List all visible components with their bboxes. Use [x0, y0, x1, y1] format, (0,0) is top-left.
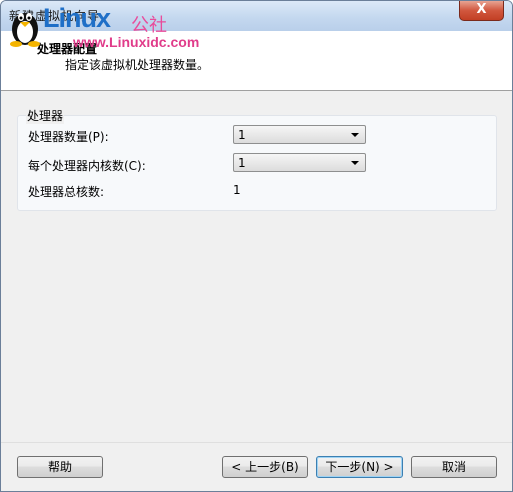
next-button[interactable]: 下一步(N) > [316, 456, 403, 478]
processor-count-label: 处理器数量(P): [28, 130, 109, 144]
help-button[interactable]: 帮助 [17, 456, 103, 478]
back-button[interactable]: < 上一步(B) [222, 456, 308, 478]
chevron-down-icon [351, 133, 359, 137]
cores-per-processor-value: 1 [238, 156, 246, 170]
chevron-down-icon [351, 161, 359, 165]
close-button[interactable]: X [459, 1, 504, 21]
watermark-brand: Linux [43, 3, 111, 33]
cancel-button[interactable]: 取消 [411, 456, 497, 478]
footer-divider [1, 442, 512, 443]
tux-penguin-icon [7, 5, 43, 50]
page-description: 指定该虚拟机处理器数量。 [65, 58, 210, 72]
total-cores-label: 处理器总核数: [28, 185, 105, 199]
total-cores-value: 1 [233, 183, 241, 197]
wizard-window: 新建虚拟机向导 X 处理器配置 指定该虚拟机处理器数量。 Linux 公社 ww… [0, 0, 513, 492]
cores-per-processor-label: 每个处理器内核数(C): [28, 159, 146, 173]
processor-count-value: 1 [238, 128, 246, 142]
processor-count-select[interactable]: 1 [233, 125, 366, 144]
cores-per-processor-select[interactable]: 1 [233, 153, 366, 172]
watermark-url: www.Linuxidc.com [73, 34, 200, 50]
processor-group-label: 处理器 [26, 107, 65, 124]
